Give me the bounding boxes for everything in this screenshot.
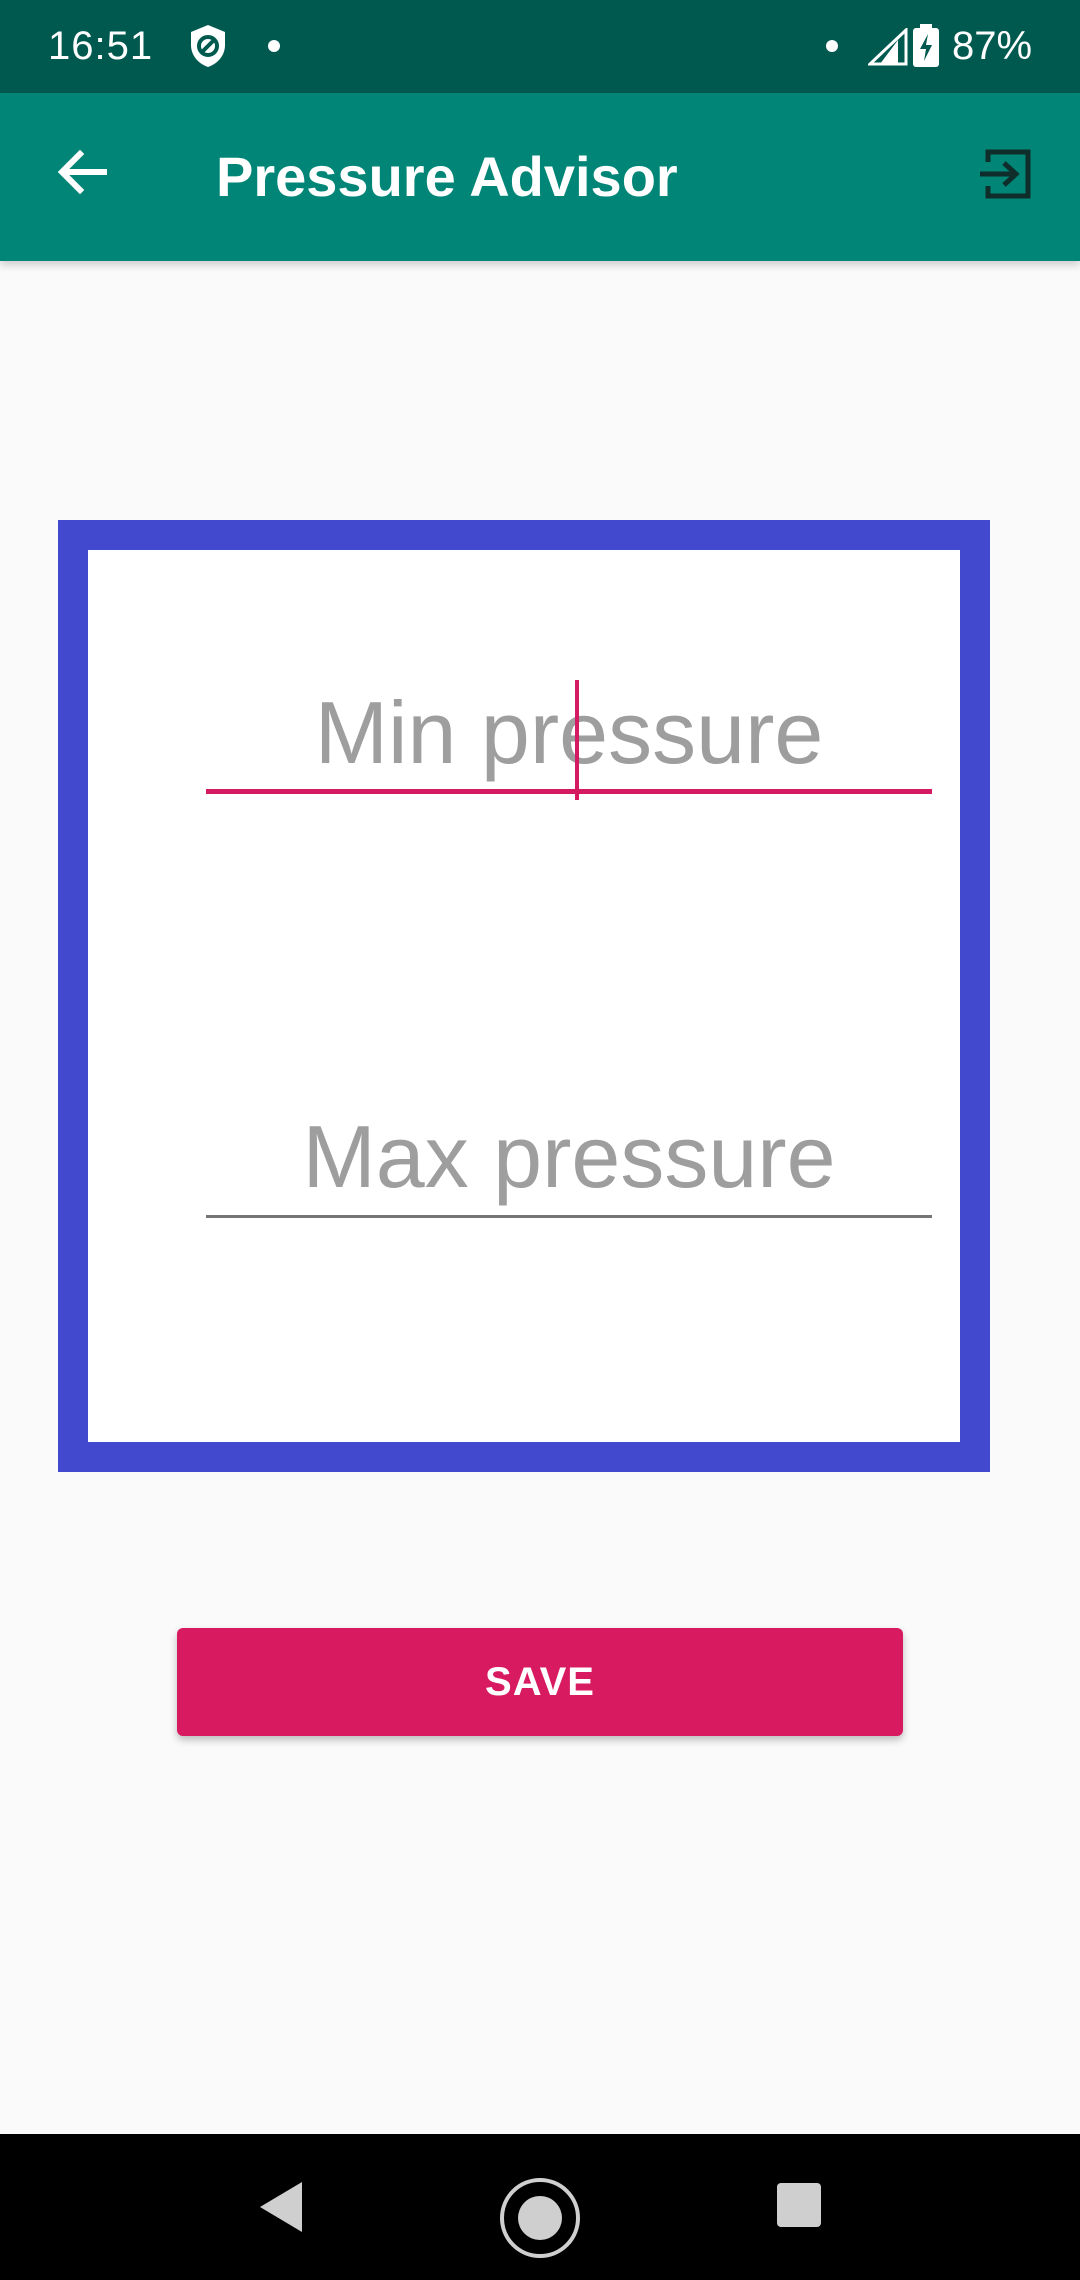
nav-home-icon[interactable] xyxy=(498,2176,582,2260)
max-pressure-underline xyxy=(206,1215,932,1218)
max-pressure-field xyxy=(206,1102,932,1218)
arrow-back-icon[interactable] xyxy=(50,140,114,204)
min-pressure-underline xyxy=(206,789,932,794)
min-pressure-input[interactable] xyxy=(206,678,932,788)
save-button[interactable]: SAVE xyxy=(177,1628,903,1736)
notification-dot-icon xyxy=(268,40,280,52)
battery-percentage: 87% xyxy=(952,24,1033,68)
nav-recents-icon[interactable] xyxy=(776,2182,822,2228)
signal-icon xyxy=(868,28,908,66)
pressure-form-frame xyxy=(58,520,990,1472)
app-bar: Pressure Advisor xyxy=(0,93,1080,261)
exit-to-app-icon[interactable] xyxy=(976,144,1036,204)
nav-back-icon[interactable] xyxy=(256,2178,306,2236)
max-pressure-input[interactable] xyxy=(206,1102,932,1212)
shield-icon xyxy=(191,25,225,67)
status-dot-icon xyxy=(826,40,838,52)
system-nav-bar xyxy=(0,2134,1080,2280)
text-cursor xyxy=(575,680,579,800)
battery-charging-icon xyxy=(913,24,939,67)
min-pressure-field xyxy=(206,678,932,800)
page-title: Pressure Advisor xyxy=(216,145,678,208)
status-time: 16:51 xyxy=(48,24,154,68)
status-bar: 16:51 87% xyxy=(0,0,1080,93)
